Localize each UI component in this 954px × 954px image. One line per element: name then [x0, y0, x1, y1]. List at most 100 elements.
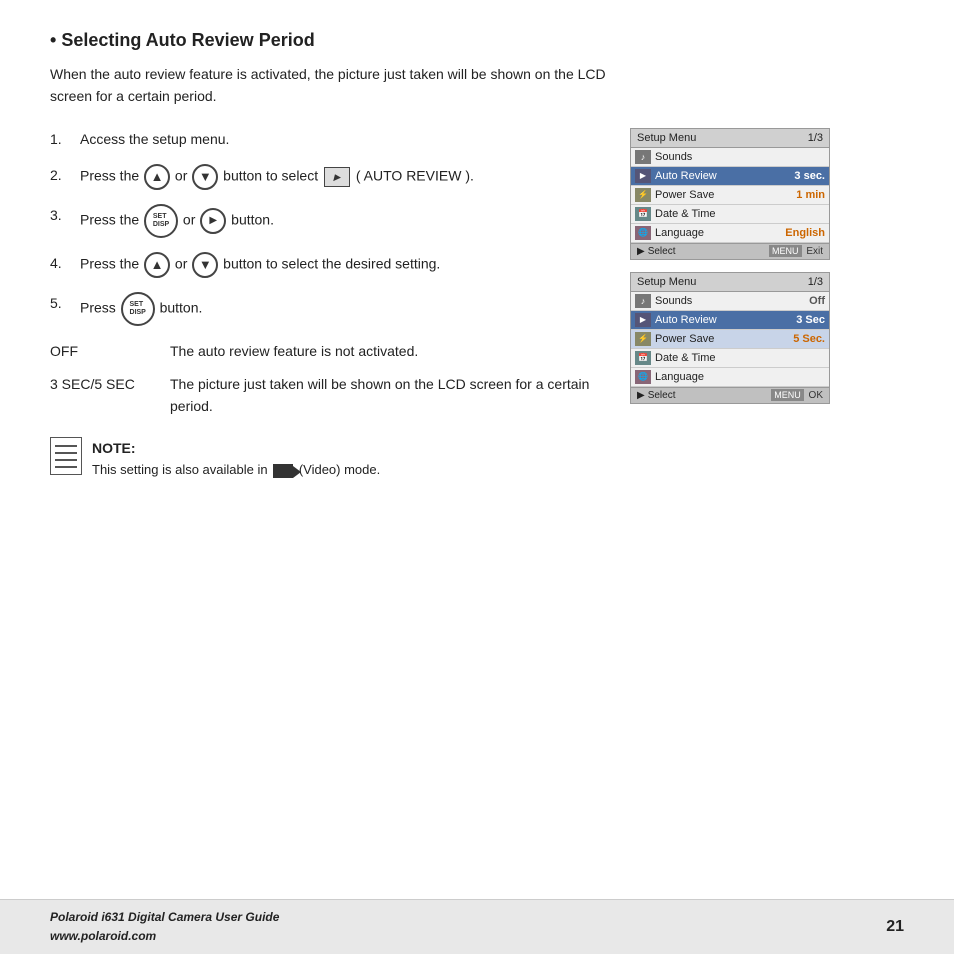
- down-arrow-icon-2: ▼: [192, 252, 218, 278]
- set-disp-icon-2: SETDISP: [121, 292, 155, 326]
- main-layout: 1. Access the setup menu. 2. Press the ▲…: [50, 128, 904, 481]
- datetime-icon-1: 📅: [635, 207, 651, 221]
- def-off-term: OFF: [50, 340, 170, 362]
- menu2-autoreview-value: 3 Sec: [796, 314, 825, 326]
- def-sec-desc: The picture just taken will be shown on …: [170, 373, 610, 418]
- set-disp-icon-1: SETDISP: [144, 204, 178, 238]
- menu2-footer-select: Select: [648, 390, 676, 401]
- definitions: OFF The auto review feature is not activ…: [50, 340, 610, 417]
- step-5: 5. Press SETDISP button.: [50, 292, 610, 326]
- note-content: NOTE: This setting is also available in …: [92, 437, 380, 481]
- menu2-powersave-value: 5 Sec.: [793, 333, 825, 345]
- step-4: 4. Press the ▲ or ▼ button to select the…: [50, 252, 610, 278]
- autoreview-icon-1: ▶: [635, 169, 651, 183]
- menu1-footer-select: Select: [648, 246, 676, 257]
- menu2-header-right: 1/3: [808, 276, 823, 288]
- menu2-footer-ok: OK: [809, 390, 823, 401]
- menu1-row-autoreview: ▶ Auto Review 3 sec.: [631, 167, 829, 186]
- auto-review-icon: ▶: [324, 167, 350, 187]
- menu2-footer-left: ▶ Select: [637, 390, 676, 401]
- footer-page-number: 21: [886, 918, 904, 936]
- note-icon-line-1: [55, 445, 77, 447]
- menu2-language-label: Language: [655, 371, 821, 383]
- note-icon: [50, 437, 82, 475]
- menu1-header-right: 1/3: [808, 132, 823, 144]
- step-1: 1. Access the setup menu.: [50, 128, 610, 150]
- menu1-footer-right: MENU Exit: [769, 246, 823, 257]
- down-arrow-icon: ▼: [192, 164, 218, 190]
- menu2-row-powersave: ⚡ Power Save 5 Sec.: [631, 330, 829, 349]
- steps-column: 1. Access the setup menu. 2. Press the ▲…: [50, 128, 610, 481]
- or-text-3: or: [175, 256, 187, 272]
- powersave-icon-1: ⚡: [635, 188, 651, 202]
- setup-menu-1: Setup Menu 1/3 ♪ Sounds ▶ Auto Review 3 …: [630, 128, 830, 260]
- menu1-row-datetime: 📅 Date & Time: [631, 205, 829, 224]
- menu2-sounds-value: Off: [809, 295, 825, 307]
- menu1-footer-left: ▶ Select: [637, 246, 676, 257]
- menu1-autoreview-label: Auto Review: [655, 170, 790, 182]
- menu1-language-value: English: [785, 227, 825, 239]
- video-mode-icon: [273, 464, 293, 478]
- def-sec: 3 SEC/5 SEC The picture just taken will …: [50, 373, 610, 418]
- sounds-icon: ♪: [635, 150, 651, 164]
- step-5-text: Press SETDISP button.: [80, 292, 202, 326]
- menu2-row-language: 🌐 Language: [631, 368, 829, 387]
- menu2-key-label: MENU: [771, 389, 804, 401]
- def-off-desc: The auto review feature is not activated…: [170, 340, 418, 362]
- sounds-icon-2: ♪: [635, 294, 651, 308]
- up-arrow-icon-2: ▲: [144, 252, 170, 278]
- setup-menu-2: Setup Menu 1/3 ♪ Sounds Off ▶ Auto Revie…: [630, 272, 830, 404]
- menu1-row-powersave: ⚡ Power Save 1 min: [631, 186, 829, 205]
- menu2-footer-arrow: ▶: [637, 390, 645, 401]
- menu2-header-left: Setup Menu: [637, 276, 696, 288]
- menu1-header: Setup Menu 1/3: [631, 129, 829, 148]
- menu2-row-datetime: 📅 Date & Time: [631, 349, 829, 368]
- step-3-num: 3.: [50, 204, 80, 238]
- powersave-icon-2: ⚡: [635, 332, 651, 346]
- step-4-num: 4.: [50, 252, 80, 278]
- menu1-header-left: Setup Menu: [637, 132, 696, 144]
- step-1-num: 1.: [50, 128, 80, 150]
- ok-icon-1: ▶: [200, 208, 226, 234]
- menu1-row-sounds: ♪ Sounds: [631, 148, 829, 167]
- footer-line1: Polaroid i631 Digital Camera User Guide: [50, 910, 279, 924]
- def-sec-term: 3 SEC/5 SEC: [50, 373, 170, 418]
- autoreview-icon-2: ▶: [635, 313, 651, 327]
- menu2-footer: ▶ Select MENU OK: [631, 387, 829, 403]
- page-content: Selecting Auto Review Period When the au…: [0, 0, 954, 501]
- language-icon-1: 🌐: [635, 226, 651, 240]
- page-footer: Polaroid i631 Digital Camera User Guide …: [0, 899, 954, 954]
- note-icon-line-3: [55, 459, 77, 461]
- step-3-text: Press the SETDISP or ▶ button.: [80, 204, 274, 238]
- menu2-datetime-label: Date & Time: [655, 352, 821, 364]
- step-3: 3. Press the SETDISP or ▶ button.: [50, 204, 610, 238]
- or-text-2: or: [183, 212, 195, 228]
- menu1-sounds-label: Sounds: [655, 151, 821, 163]
- menu2-autoreview-label: Auto Review: [655, 314, 792, 326]
- menu1-footer: ▶ Select MENU Exit: [631, 243, 829, 259]
- note-label: NOTE:: [92, 440, 136, 456]
- footer-line2: www.polaroid.com: [50, 929, 156, 943]
- note-icon-line-2: [55, 452, 77, 454]
- footer-text: Polaroid i631 Digital Camera User Guide …: [50, 908, 279, 946]
- menu2-header: Setup Menu 1/3: [631, 273, 829, 292]
- menu1-datetime-label: Date & Time: [655, 208, 821, 220]
- note-text: This setting is also available in (Video…: [92, 462, 380, 477]
- menu1-powersave-value: 1 min: [796, 189, 825, 201]
- menu1-language-label: Language: [655, 227, 781, 239]
- page-title: Selecting Auto Review Period: [50, 30, 904, 51]
- step-2: 2. Press the ▲ or ▼ button to select ▶ (…: [50, 164, 610, 190]
- menu2-sounds-label: Sounds: [655, 295, 805, 307]
- note-icon-line-4: [55, 466, 77, 468]
- intro-text: When the auto review feature is activate…: [50, 63, 610, 108]
- menu1-autoreview-value: 3 sec.: [794, 170, 825, 182]
- menu2-row-autoreview: ▶ Auto Review 3 Sec: [631, 311, 829, 330]
- up-arrow-icon: ▲: [144, 164, 170, 190]
- menu2-powersave-label: Power Save: [655, 333, 789, 345]
- step-2-num: 2.: [50, 164, 80, 190]
- datetime-icon-2: 📅: [635, 351, 651, 365]
- menu1-footer-arrow: ▶: [637, 246, 645, 257]
- menu1-footer-exit: Exit: [806, 246, 823, 257]
- step-4-text: Press the ▲ or ▼ button to select the de…: [80, 252, 440, 278]
- menus-column: Setup Menu 1/3 ♪ Sounds ▶ Auto Review 3 …: [630, 128, 840, 481]
